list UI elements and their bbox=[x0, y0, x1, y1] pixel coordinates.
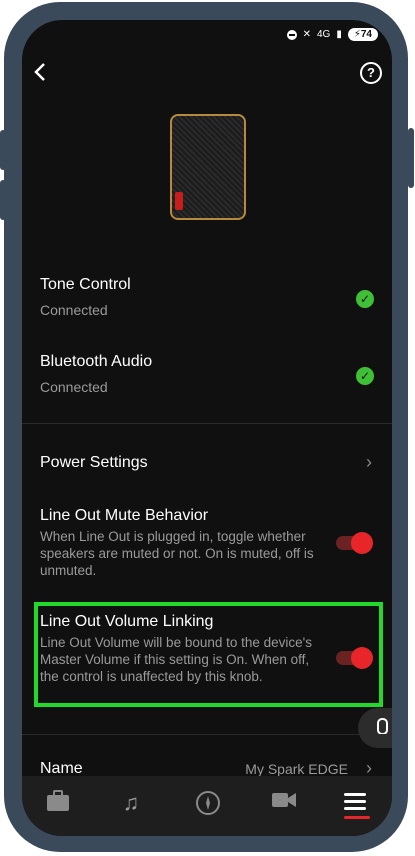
app-screen: ✕ 4G ▮ ⚡74 ? Tone Control Connected ✓ Bl… bbox=[22, 20, 392, 836]
do-not-disturb-icon bbox=[286, 29, 297, 40]
brand-logo bbox=[175, 192, 183, 210]
microphone-icon bbox=[377, 718, 388, 735]
side-button bbox=[0, 130, 6, 170]
device-name-value: My Spark EDGE bbox=[245, 761, 348, 777]
compass-icon[interactable] bbox=[195, 790, 221, 816]
menu-line bbox=[344, 800, 366, 803]
connection-status: Connected bbox=[40, 302, 108, 318]
volume-linking-toggle[interactable] bbox=[336, 647, 373, 669]
side-button bbox=[408, 128, 414, 188]
connection-tone-control: Tone Control Connected ✓ bbox=[40, 276, 374, 318]
video-camera-icon[interactable] bbox=[271, 790, 297, 816]
setting-description: Line Out Volume will be bound to the dev… bbox=[40, 635, 312, 684]
setting-line-out-volume-linking: Line Out Volume Linking Line Out Volume … bbox=[40, 613, 392, 685]
toggle-knob bbox=[351, 647, 373, 669]
active-tab-indicator bbox=[344, 816, 370, 819]
setting-line-out-mute: Line Out Mute Behavior When Line Out is … bbox=[40, 507, 392, 579]
help-button[interactable]: ? bbox=[360, 62, 382, 84]
mute-toggle[interactable] bbox=[336, 532, 373, 554]
menu-line bbox=[344, 807, 366, 810]
setting-title: Line Out Mute Behavior bbox=[40, 507, 209, 524]
setting-title: Line Out Volume Linking bbox=[40, 613, 214, 630]
side-button bbox=[0, 180, 6, 220]
chevron-right-icon: › bbox=[366, 452, 372, 472]
amp-icon[interactable] bbox=[45, 790, 71, 816]
music-note-icon[interactable]: ♫ bbox=[118, 790, 144, 816]
bottom-nav: ♫ bbox=[22, 776, 392, 836]
network-label: 4G bbox=[316, 29, 331, 40]
signal-icon: ▮ bbox=[336, 29, 342, 40]
setting-power[interactable]: Power Settings › bbox=[22, 444, 392, 484]
back-button[interactable] bbox=[34, 62, 46, 87]
setting-title: Power Settings bbox=[40, 454, 148, 471]
connection-status: Connected bbox=[40, 379, 108, 395]
connection-title: Tone Control bbox=[40, 276, 131, 293]
section-divider bbox=[22, 423, 392, 424]
toggle-knob bbox=[351, 532, 373, 554]
question-circle-icon: ? bbox=[367, 65, 375, 80]
check-circle-icon: ✓ bbox=[356, 367, 374, 385]
speaker-device-image bbox=[170, 114, 246, 220]
setting-name[interactable]: Name My Spark EDGE › bbox=[22, 758, 392, 778]
chevron-left-icon bbox=[34, 63, 45, 81]
connection-bluetooth-audio: Bluetooth Audio Connected ✓ bbox=[40, 353, 374, 395]
setting-description: When Line Out is plugged in, toggle whet… bbox=[40, 529, 314, 578]
battery-badge: ⚡74 bbox=[347, 28, 378, 41]
menu-icon[interactable] bbox=[344, 790, 370, 819]
connection-title: Bluetooth Audio bbox=[40, 353, 153, 370]
status-bar: ✕ 4G ▮ ⚡74 bbox=[286, 28, 378, 41]
voice-button[interactable] bbox=[358, 708, 392, 748]
check-circle-icon: ✓ bbox=[356, 290, 374, 308]
menu-line bbox=[344, 793, 366, 796]
battery-level: 74 bbox=[360, 29, 372, 40]
mute-icon: ✕ bbox=[302, 29, 311, 40]
section-divider bbox=[22, 734, 392, 735]
